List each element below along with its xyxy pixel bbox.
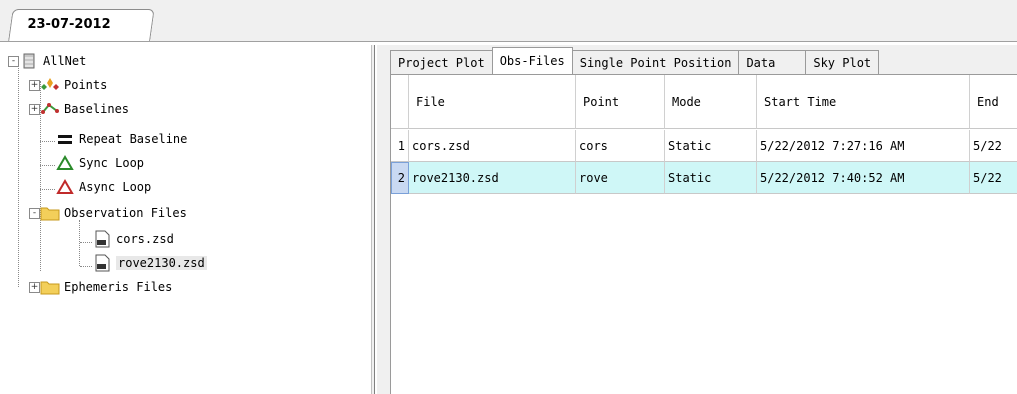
triangle-loop-red-icon: [55, 178, 75, 196]
document-tab-label: 23-07-2012: [27, 17, 111, 32]
tree-item-label: Sync Loop: [79, 156, 145, 170]
tree-connector-line: [79, 220, 80, 266]
tree-item-rove2130-zsd[interactable]: rove2130.zsd: [92, 251, 207, 275]
row-number: 1: [391, 130, 409, 162]
panel-splitter[interactable]: [371, 45, 375, 394]
tree-item-cors-zsd[interactable]: cors.zsd: [92, 227, 174, 251]
cell-end[interactable]: 5/22: [970, 162, 1017, 194]
column-header-file[interactable]: File: [409, 75, 576, 129]
zsd-file-icon: [92, 230, 112, 248]
cell-mode[interactable]: Static: [665, 130, 757, 162]
tab-strip-divider: [0, 41, 1017, 42]
view-tabs: Project Plot Obs-Files Single Point Posi…: [390, 47, 880, 74]
tree-item-ephemeris-files[interactable]: + Ephemeris Files: [29, 275, 172, 299]
tree-item-label: Points: [64, 78, 108, 92]
tree-item-sync-loop[interactable]: Sync Loop: [55, 151, 144, 175]
tab-project-plot[interactable]: Project Plot: [390, 50, 493, 74]
column-header-point[interactable]: Point: [576, 75, 665, 129]
table-row[interactable]: 1 cors.zsd cors Static 5/22/2012 7:27:16…: [391, 130, 1017, 162]
tab-data[interactable]: Data: [738, 50, 807, 74]
tree-item-allnet[interactable]: - AllNet: [8, 49, 86, 73]
tree-item-baselines[interactable]: + Baselines: [29, 97, 129, 121]
tree-item-points[interactable]: + Points: [29, 73, 107, 97]
cell-start-time[interactable]: 5/22/2012 7:40:52 AM: [757, 162, 970, 194]
folder-icon: [40, 278, 60, 296]
tree-connector-line: [40, 189, 55, 190]
table-row[interactable]: 2 rove2130.zsd rove Static 5/22/2012 7:4…: [391, 162, 1017, 194]
cell-mode[interactable]: Static: [665, 162, 757, 194]
cell-start-time[interactable]: 5/22/2012 7:27:16 AM: [757, 130, 970, 162]
cell-point[interactable]: rove: [576, 162, 665, 194]
tree-item-repeat-baseline[interactable]: Repeat Baseline: [55, 127, 187, 151]
folder-icon: [40, 204, 60, 222]
obs-files-grid[interactable]: File Point Mode Start Time End 1 cors.zs…: [390, 74, 1017, 394]
expand-toggle[interactable]: +: [29, 281, 40, 293]
row-number: 2: [391, 162, 409, 194]
tree-connector-line: [80, 242, 92, 243]
cell-end[interactable]: 5/22: [970, 130, 1017, 162]
tree-connector-line: [18, 61, 19, 287]
tree-item-observation-files[interactable]: - Observation Files: [29, 201, 187, 225]
collapse-toggle[interactable]: -: [29, 207, 40, 219]
column-header-mode[interactable]: Mode: [665, 75, 757, 129]
expand-toggle[interactable]: +: [29, 79, 40, 91]
tab-single-point-position[interactable]: Single Point Position: [571, 50, 740, 74]
document-tab[interactable]: 23-07-2012: [8, 9, 155, 42]
tree-item-label: Observation Files: [64, 206, 187, 220]
zsd-file-icon: [92, 254, 112, 272]
project-tree[interactable]: - AllNet + Points + Baselines Repeat Bas…: [0, 45, 371, 394]
database-icon: [19, 52, 39, 70]
tree-connector-line: [40, 165, 55, 166]
tree-connector-line: [40, 141, 55, 142]
column-header-end[interactable]: End: [970, 75, 1017, 129]
tab-sky-plot[interactable]: Sky Plot: [805, 50, 880, 74]
row-number-header: [391, 75, 409, 129]
document-tab-strip: 23-07-2012: [0, 0, 1017, 42]
tree-connector-line: [80, 266, 92, 267]
cell-file[interactable]: cors.zsd: [409, 130, 576, 162]
detail-panel: Project Plot Obs-Files Single Point Posi…: [377, 45, 1017, 394]
tree-item-label: Ephemeris Files: [64, 280, 173, 294]
tree-item-label: Async Loop: [79, 180, 152, 194]
triangle-loop-icon: [55, 154, 75, 172]
baselines-icon: [40, 100, 60, 118]
expand-toggle[interactable]: +: [29, 103, 40, 115]
tree-item-async-loop[interactable]: Async Loop: [55, 175, 151, 199]
collapse-toggle[interactable]: -: [8, 55, 19, 67]
tree-item-label: rove2130.zsd: [116, 256, 207, 270]
column-header-start-time[interactable]: Start Time: [757, 75, 970, 129]
cell-point[interactable]: cors: [576, 130, 665, 162]
tree-item-label: Repeat Baseline: [79, 132, 188, 146]
points-icon: [40, 76, 60, 94]
tree-item-label: Baselines: [64, 102, 130, 116]
grid-header-row: File Point Mode Start Time End: [391, 75, 1017, 129]
tab-obs-files[interactable]: Obs-Files: [491, 47, 573, 74]
tree-item-label: cors.zsd: [116, 232, 174, 246]
cell-file[interactable]: rove2130.zsd: [409, 162, 576, 194]
tree-item-label: AllNet: [43, 54, 87, 68]
equals-icon: [55, 130, 75, 148]
